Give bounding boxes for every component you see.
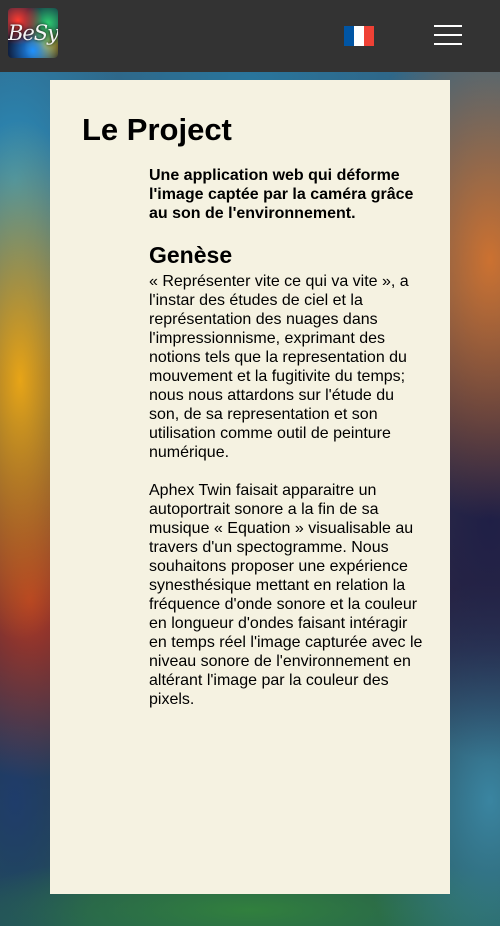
menu-line: [434, 25, 462, 27]
flag-stripe-red: [364, 26, 374, 46]
flag-stripe-white: [354, 26, 364, 46]
page-title: Le Project: [82, 112, 232, 147]
section-heading: Genèse: [149, 242, 233, 268]
menu-line: [434, 34, 462, 36]
paragraph: Aphex Twin faisait apparaitre un autopor…: [149, 482, 423, 708]
site-logo[interactable]: BeSy: [8, 8, 58, 58]
content-card: Le Project Une application web qui défor…: [50, 80, 450, 894]
paragraph: « Représenter vite ce qui va vite », a l…: [149, 273, 409, 461]
top-navbar: BeSy: [0, 0, 500, 72]
logo-text: BeSy: [8, 21, 58, 45]
france-flag-icon[interactable]: [344, 26, 374, 46]
menu-line: [434, 43, 462, 45]
article-body: Une application web qui déforme l'image …: [149, 166, 423, 709]
flag-stripe-blue: [344, 26, 354, 46]
lead-text: Une application web qui déforme l'image …: [149, 167, 414, 222]
hamburger-menu-icon[interactable]: [428, 20, 468, 50]
